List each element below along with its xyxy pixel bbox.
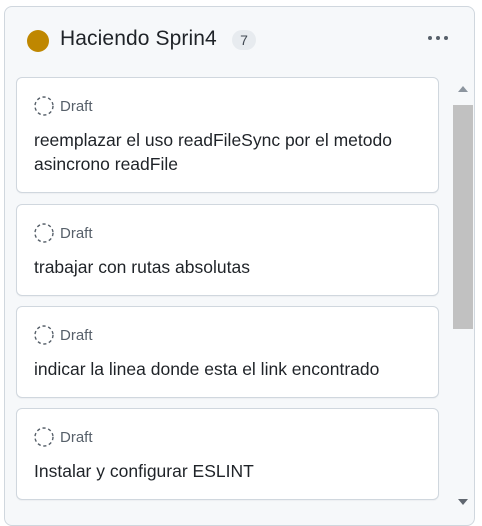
draft-label: Draft [60, 428, 93, 446]
draft-card[interactable]: Draft reemplazar el uso readFileSync por… [16, 77, 439, 193]
scroll-down-arrow-icon[interactable] [458, 499, 468, 505]
draft-card[interactable]: Draft indicar la linea donde esta el lin… [16, 306, 439, 398]
card-title[interactable]: reemplazar el uso readFileSync por el me… [34, 128, 429, 176]
card-title[interactable]: indicar la linea donde esta el link enco… [34, 357, 429, 381]
vertical-scrollbar[interactable] [453, 74, 474, 515]
column-title: Haciendo Sprin4 [60, 27, 217, 50]
draft-icon [34, 96, 54, 116]
draft-label: Draft [60, 97, 93, 115]
draft-icon [34, 223, 54, 243]
draft-label: Draft [60, 326, 93, 344]
kebab-dot [436, 36, 440, 40]
draft-icon [34, 325, 54, 345]
kebab-dot [428, 36, 432, 40]
column-more-options-button[interactable] [419, 25, 457, 51]
draft-status: Draft [34, 223, 93, 243]
kebab-dot [444, 36, 448, 40]
draft-status: Draft [34, 325, 93, 345]
draft-card[interactable]: Draft Instalar y configurar ESLINT [16, 408, 439, 500]
draft-status: Draft [34, 427, 93, 447]
card-title[interactable]: Instalar y configurar ESLINT [34, 459, 429, 483]
draft-card[interactable]: Draft trabajar con rutas absolutas [16, 204, 439, 296]
column-header: Haciendo Sprin4 7 [5, 7, 474, 73]
draft-status: Draft [34, 96, 93, 116]
status-color-icon [27, 30, 49, 52]
draft-label: Draft [60, 224, 93, 242]
card-title[interactable]: trabajar con rutas absolutas [34, 255, 429, 279]
scroll-up-arrow-icon[interactable] [458, 86, 468, 92]
scrollbar-thumb[interactable] [453, 105, 473, 329]
board-column: Haciendo Sprin4 7 Draft reemplazar el us… [4, 6, 475, 526]
draft-icon [34, 427, 54, 447]
column-item-count: 7 [232, 30, 256, 50]
